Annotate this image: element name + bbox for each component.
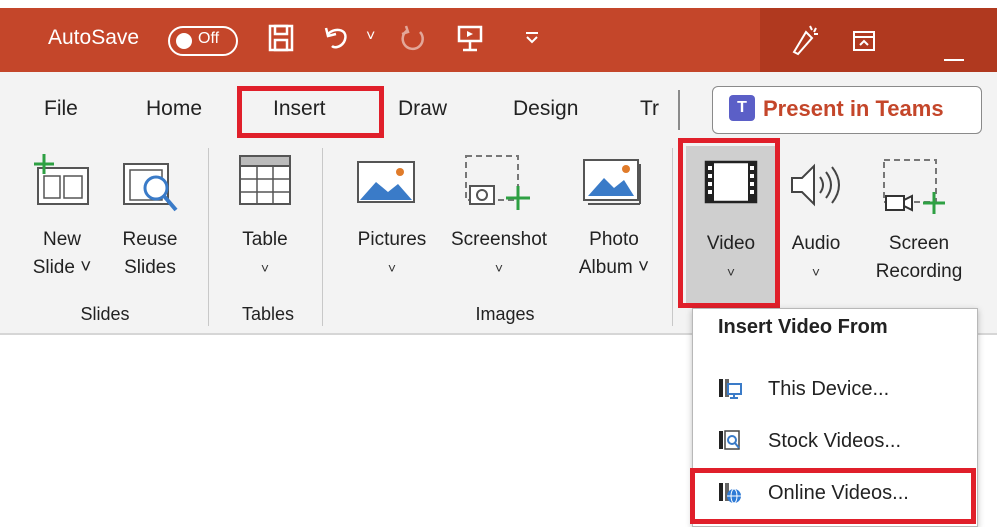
- undo-icon[interactable]: [322, 24, 352, 58]
- audio-button[interactable]: Audio ˅: [780, 230, 852, 286]
- table-button[interactable]: Table ˅: [232, 226, 298, 282]
- screen-recording-icon[interactable]: [878, 156, 952, 223]
- screen-recording-label-line1: Screen: [888, 233, 950, 254]
- pictures-button[interactable]: Pictures ˅: [344, 226, 440, 282]
- table-label: Table: [242, 229, 288, 250]
- photo-album-label-line1: Photo: [589, 229, 639, 250]
- reuse-slides-label-line1: Reuse: [122, 229, 178, 250]
- group-separator: [672, 148, 673, 326]
- audio-icon[interactable]: [786, 162, 846, 213]
- screenshot-label: Screenshot: [450, 229, 548, 250]
- save-icon[interactable]: [268, 24, 294, 58]
- group-label-tables: Tables: [241, 304, 295, 324]
- ribbon-display-icon[interactable]: [852, 28, 876, 58]
- designer-icon[interactable]: [790, 22, 820, 62]
- teams-icon: T: [729, 95, 755, 121]
- screen-recording-button[interactable]: Screen Recording: [864, 230, 974, 286]
- pictures-label: Pictures: [357, 229, 427, 250]
- toggle-knob: [176, 33, 192, 49]
- title-bar-top-strip: [0, 0, 997, 8]
- reuse-slides-icon[interactable]: [116, 158, 182, 221]
- present-from-start-icon[interactable]: [456, 24, 484, 58]
- video-button-highlight: [678, 138, 780, 308]
- screenshot-icon[interactable]: [458, 152, 532, 221]
- reuse-slides-button[interactable]: Reuse Slides: [114, 226, 186, 282]
- device-video-icon: [718, 378, 742, 399]
- minimize-icon[interactable]: [944, 38, 964, 68]
- tab-draw[interactable]: Draw: [398, 97, 447, 121]
- tab-file[interactable]: File: [44, 97, 78, 121]
- group-label-images: Images: [475, 304, 535, 324]
- group-separator: [208, 148, 209, 326]
- online-videos-highlight: [690, 468, 976, 524]
- screenshot-button[interactable]: Screenshot ˅: [440, 226, 558, 282]
- menu-item-stock-videos[interactable]: Stock Videos...: [714, 422, 964, 462]
- tab-design[interactable]: Design: [513, 97, 578, 121]
- photo-album-button[interactable]: Photo Album ˅: [560, 226, 668, 282]
- stock-video-icon: [718, 430, 740, 450]
- audio-chevron-icon: ˅: [811, 264, 821, 280]
- dropdown-header: Insert Video From: [718, 316, 888, 338]
- redo-icon[interactable]: [398, 24, 428, 60]
- photo-album-icon[interactable]: [580, 156, 646, 213]
- audio-label: Audio: [791, 233, 841, 254]
- insert-tab-highlight: [237, 86, 384, 138]
- tab-overflow-edge: [640, 90, 680, 130]
- pictures-icon[interactable]: [356, 160, 418, 211]
- new-slide-button[interactable]: New Slide ˅: [32, 226, 92, 282]
- photo-album-label-line2: Album ˅: [578, 257, 650, 278]
- group-separator: [322, 148, 323, 326]
- present-in-teams-label: Present in Teams: [763, 96, 944, 121]
- present-in-teams-button[interactable]: T Present in Teams: [712, 86, 982, 134]
- tab-home[interactable]: Home: [146, 97, 202, 121]
- undo-dropdown-chevron-icon[interactable]: ˅: [366, 22, 375, 52]
- stock-videos-label: Stock Videos...: [768, 430, 902, 452]
- group-label-slides: Slides: [80, 304, 130, 324]
- screen-recording-label-line2: Recording: [875, 261, 963, 282]
- this-device-label: This Device...: [768, 378, 890, 400]
- autosave-state: Off: [198, 30, 220, 47]
- autosave-label: AutoSave: [48, 26, 140, 49]
- new-slide-label-line2: Slide ˅: [32, 257, 92, 278]
- autosave-toggle[interactable]: Off: [168, 26, 238, 56]
- screenshot-chevron-icon: ˅: [494, 260, 504, 276]
- table-icon[interactable]: [234, 152, 296, 217]
- menu-item-this-device[interactable]: This Device...: [714, 370, 964, 410]
- table-chevron-icon: ˅: [260, 260, 270, 276]
- new-slide-icon[interactable]: [30, 152, 92, 215]
- customize-qat-icon[interactable]: [524, 26, 540, 56]
- new-slide-label-line1: New: [42, 229, 81, 250]
- pictures-chevron-icon: ˅: [387, 260, 397, 276]
- reuse-slides-label-line2: Slides: [124, 257, 176, 278]
